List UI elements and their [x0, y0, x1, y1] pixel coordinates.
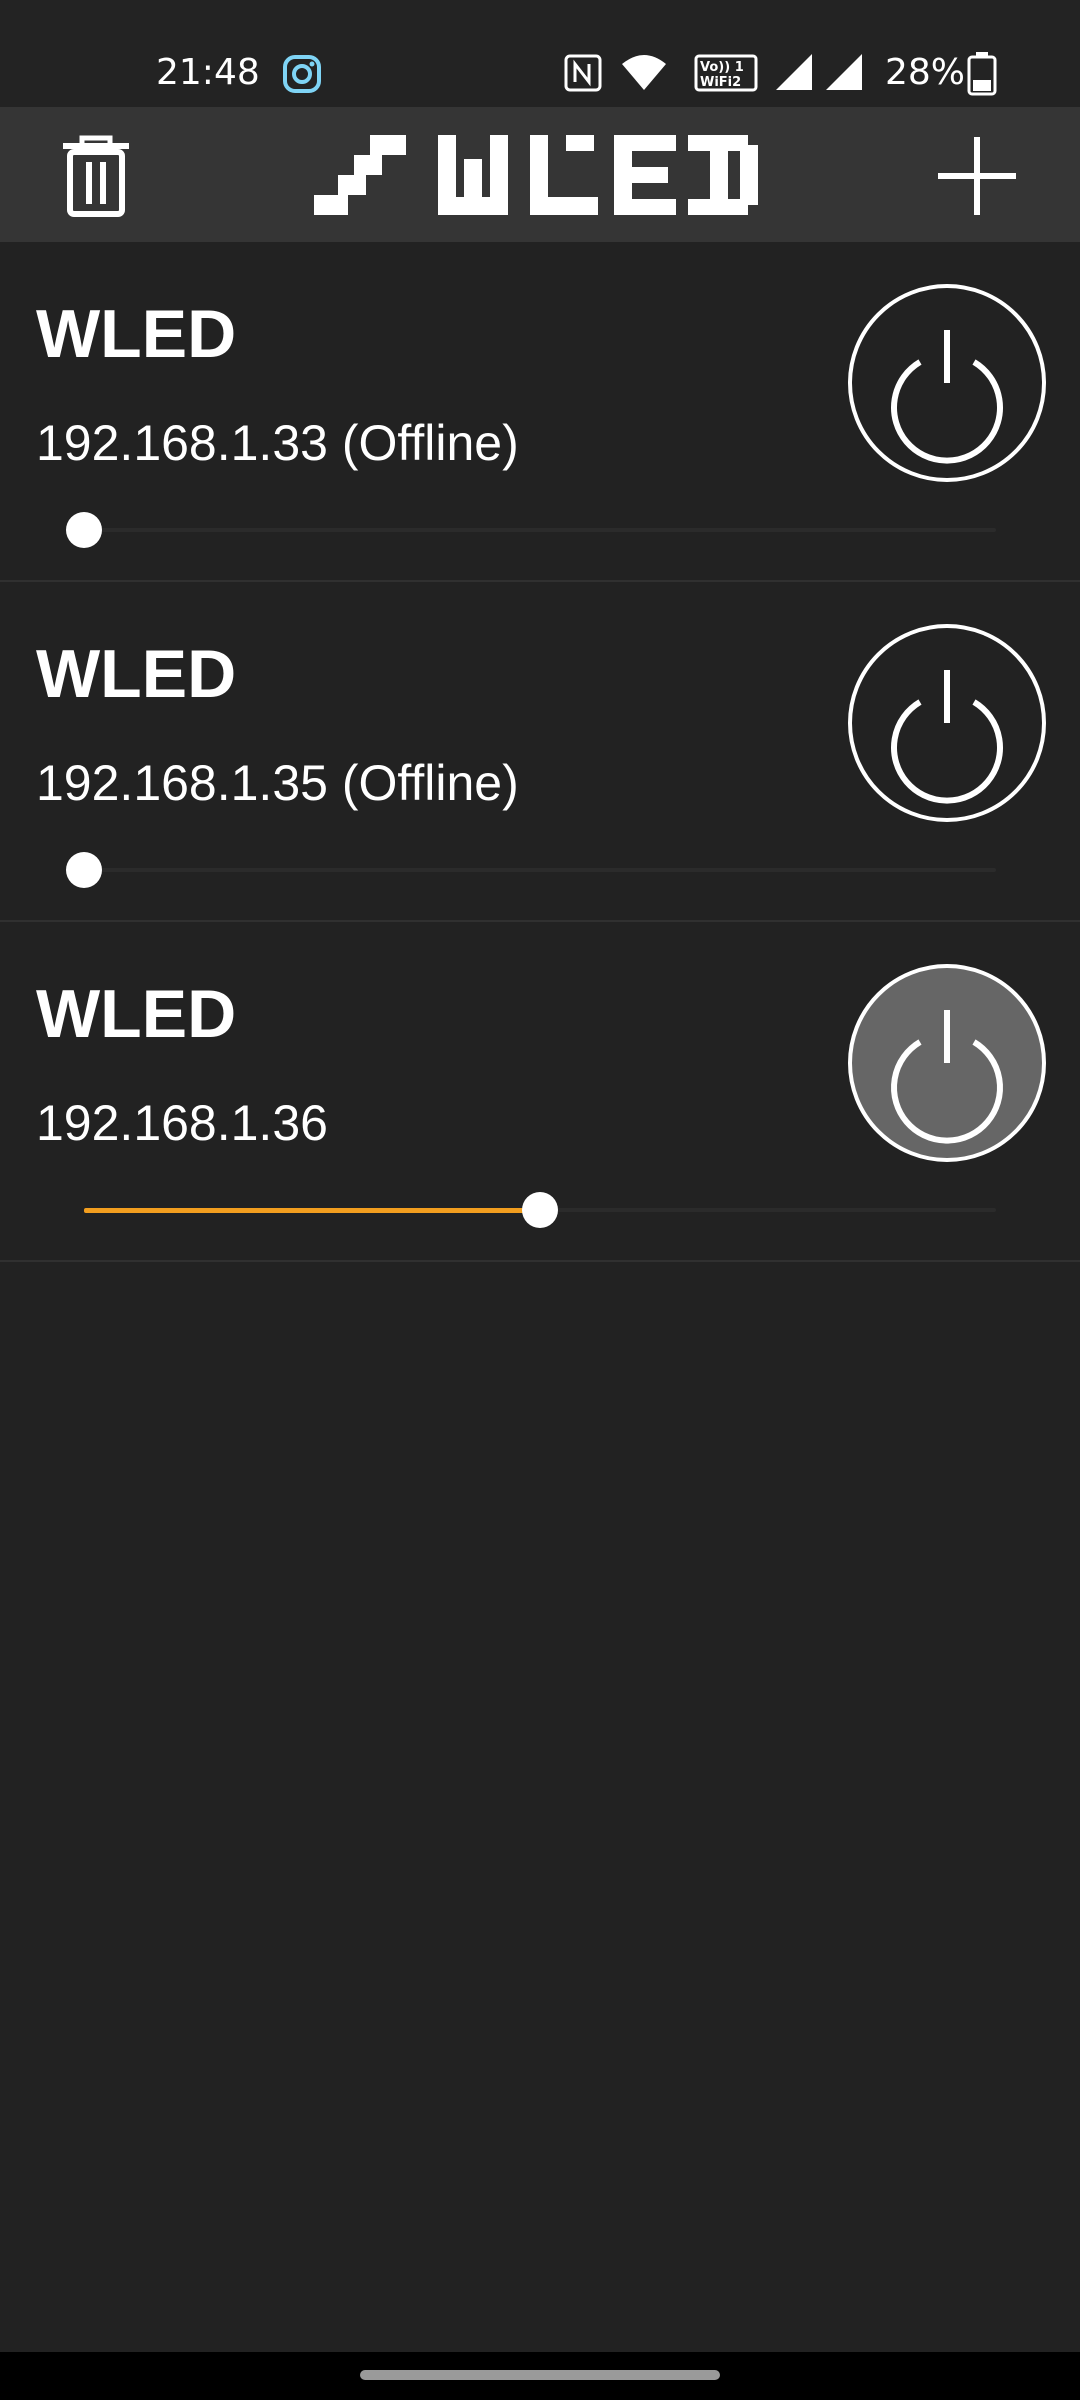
- device-address: 192.168.1.35 (Offline): [36, 755, 519, 811]
- slider-thumb[interactable]: [66, 512, 102, 548]
- status-bar: 21:48 Vo)) 1 WiFi2 28%: [0, 0, 1080, 107]
- signal-icon: [826, 54, 862, 90]
- nfc-icon: [564, 54, 602, 92]
- brightness-slider[interactable]: [66, 502, 996, 558]
- wled-logo: [314, 135, 758, 215]
- power-icon: [891, 330, 1003, 464]
- brightness-slider[interactable]: [66, 842, 996, 898]
- vowifi-icon: Vo)) 1 WiFi2: [694, 54, 758, 92]
- power-icon: [891, 670, 1003, 804]
- power-button[interactable]: [848, 284, 1046, 482]
- plus-icon[interactable]: [930, 129, 1024, 223]
- status-icons: Vo)) 1 WiFi2: [564, 54, 862, 92]
- trash-icon[interactable]: [52, 132, 140, 220]
- status-time: 21:48: [156, 52, 260, 93]
- power-icon: [891, 1010, 1003, 1144]
- home-gesture-handle[interactable]: [360, 2370, 720, 2380]
- svg-text:WiFi2: WiFi2: [700, 75, 741, 90]
- device-name: WLED: [36, 976, 237, 1052]
- battery-icon: [967, 52, 997, 96]
- slider-thumb[interactable]: [522, 1192, 558, 1228]
- navigation-bar: [0, 2352, 1080, 2400]
- device-address: 192.168.1.33 (Offline): [36, 415, 519, 471]
- signal-icon: [776, 54, 812, 90]
- slider-track: [84, 528, 996, 532]
- instagram-icon: [283, 55, 321, 93]
- battery-percent: 28%: [885, 52, 966, 93]
- app-bar: [0, 107, 1080, 242]
- slider-fill: [84, 1208, 540, 1213]
- brightness-slider[interactable]: [84, 1182, 996, 1238]
- device-address: 192.168.1.36: [36, 1095, 328, 1151]
- device-name: WLED: [36, 636, 237, 712]
- power-button[interactable]: [848, 964, 1046, 1162]
- wifi-icon: [622, 55, 666, 90]
- slider-track: [84, 868, 996, 872]
- device-row[interactable]: WLED 192.168.1.35 (Offline): [0, 582, 1080, 922]
- device-row[interactable]: WLED 192.168.1.36: [0, 922, 1080, 1262]
- device-name: WLED: [36, 296, 237, 372]
- device-row[interactable]: WLED 192.168.1.33 (Offline): [0, 242, 1080, 582]
- svg-text:Vo)) 1: Vo)) 1: [700, 60, 744, 75]
- slider-thumb[interactable]: [66, 852, 102, 888]
- power-button[interactable]: [848, 624, 1046, 822]
